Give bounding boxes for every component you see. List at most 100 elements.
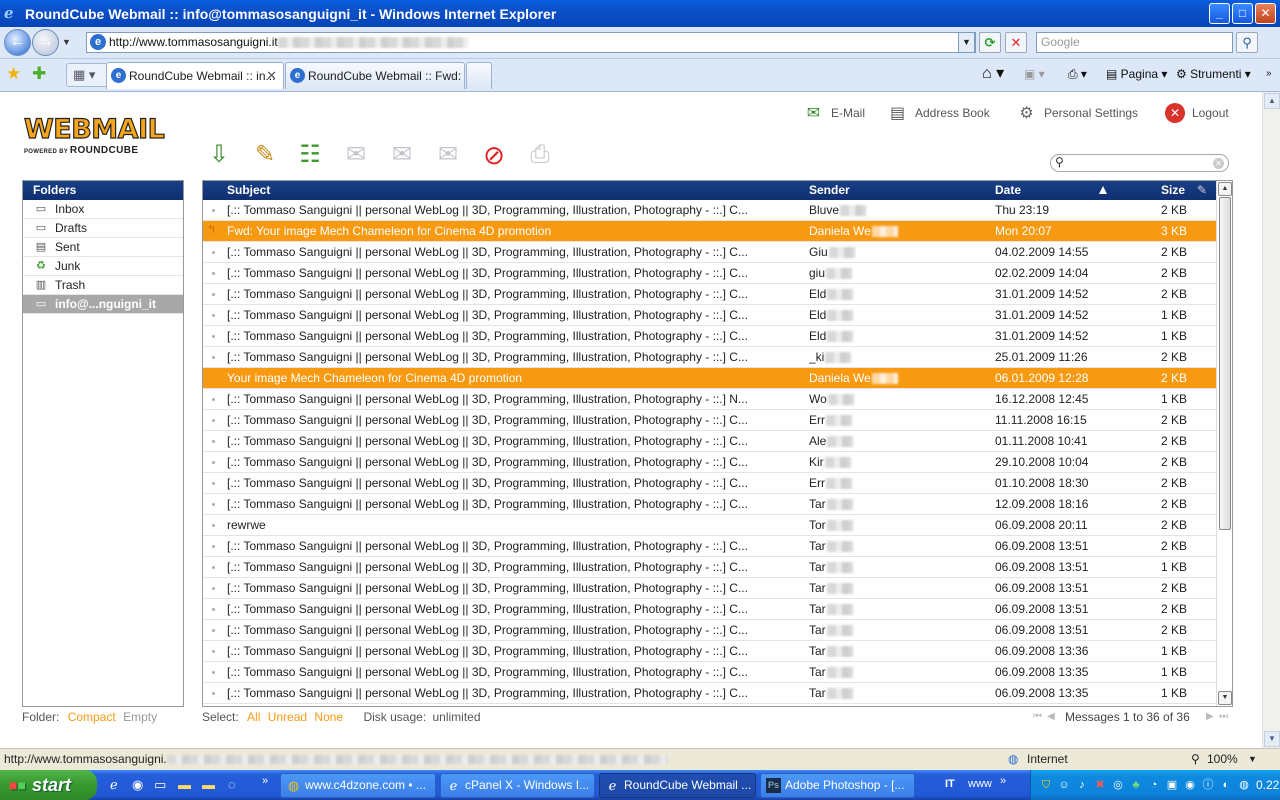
feeds-icon[interactable]: ▣ ▾ — [1024, 64, 1045, 84]
shield-icon[interactable]: ⛉ — [1039, 778, 1053, 792]
zoom-icon[interactable]: ⚲ — [1191, 749, 1200, 770]
add-favorite-icon[interactable]: ✚ — [32, 65, 46, 83]
select-unread-link[interactable]: Unread — [268, 710, 307, 724]
reply-icon[interactable]: ✉ — [341, 140, 371, 170]
task-cpanel[interactable]: ℯ cPanel X - Windows I... — [440, 773, 595, 798]
scroll-down-icon[interactable]: ▼ — [1218, 691, 1232, 705]
url-dropdown-icon[interactable]: ▼ — [958, 32, 975, 53]
web-search-input[interactable]: Google — [1036, 32, 1233, 53]
task-photoshop[interactable]: Ps Adobe Photoshop - [... — [760, 773, 915, 798]
empty-link[interactable]: Empty — [123, 710, 157, 724]
toolbar-expand-icon[interactable]: » — [1000, 775, 1006, 787]
folder-trash[interactable]: ▥ Trash — [23, 276, 183, 295]
print-icon[interactable]: ⎙ ▾ — [1068, 64, 1087, 84]
sync-icon[interactable]: ◐ — [1219, 778, 1233, 792]
column-subject[interactable]: Subject — [227, 181, 270, 200]
message-row[interactable]: ↰ Fwd: Your image Mech Chameleon for Cine… — [203, 221, 1217, 242]
column-size[interactable]: Size — [1161, 181, 1185, 200]
column-date[interactable]: Date — [995, 181, 1021, 200]
message-row[interactable]: [.:: Tommaso Sanguigni || personal WebLo… — [203, 347, 1217, 368]
message-row[interactable]: [.:: Tommaso Sanguigni || personal WebLo… — [203, 200, 1217, 221]
forward-icon[interactable]: ✉ — [433, 140, 463, 170]
first-page-icon[interactable]: ⏮ — [1033, 710, 1042, 724]
folder-info-account[interactable]: ▭ info@...nguigni_it — [23, 295, 183, 314]
nav-logout[interactable]: ✕ Logout — [1165, 102, 1229, 124]
language-indicator[interactable]: IT — [945, 778, 955, 790]
chevron-right-icon[interactable]: » — [1266, 64, 1272, 84]
folder-sent[interactable]: ▤ Sent — [23, 238, 183, 257]
quicklaunch-browser-icon[interactable]: ◌ — [228, 777, 236, 792]
quick-tabs-button[interactable]: ▦ ▾ — [66, 63, 108, 87]
message-row[interactable]: [.:: Tommaso Sanguigni || personal WebLo… — [203, 620, 1217, 641]
select-none-link[interactable]: None — [314, 710, 343, 724]
page-scrollbar[interactable]: ▲ ▼ — [1262, 92, 1280, 748]
url-input[interactable]: e http://www.tommasosanguigni.it — [86, 32, 976, 53]
message-row[interactable]: [.:: Tommaso Sanguigni || personal WebLo… — [203, 641, 1217, 662]
delete-icon[interactable]: ⊘ — [479, 140, 509, 170]
scroll-up-icon[interactable]: ▲ — [1218, 182, 1232, 196]
task-roundcube[interactable]: ℯ RoundCube Webmail ... — [599, 773, 756, 798]
bluetooth-icon[interactable]: ◉ — [1183, 778, 1197, 792]
zoom-level[interactable]: 100% — [1207, 749, 1238, 770]
page-scroll-up-icon[interactable]: ▲ — [1264, 93, 1280, 109]
folder-junk[interactable]: ♻ Junk — [23, 257, 183, 276]
message-row[interactable]: [.:: Tommaso Sanguigni || personal WebLo… — [203, 662, 1217, 683]
nav-address-book[interactable]: ▤ Address Book — [887, 102, 990, 124]
folder-drafts[interactable]: ▭ Drafts — [23, 219, 183, 238]
update-icon[interactable]: ♣ — [1129, 778, 1143, 792]
quicklaunch-ie-icon[interactable]: ℯ — [110, 777, 118, 793]
message-row[interactable]: [.:: Tommaso Sanguigni || personal WebLo… — [203, 452, 1217, 473]
page-menu[interactable]: ▤ Pagina ▾ — [1106, 64, 1167, 84]
last-page-icon[interactable]: ⏭ — [1219, 710, 1228, 724]
quicklaunch-more-icon[interactable]: » — [262, 775, 268, 787]
home-icon[interactable]: ⌂ ▾ — [982, 64, 1004, 84]
task-c4dzone[interactable]: ◍ www.c4dzone.com • ... — [280, 773, 436, 798]
tab-roundcube-fwd[interactable]: e RoundCube Webmail :: Fwd: ... — [285, 62, 465, 89]
message-row[interactable]: [.:: Tommaso Sanguigni || personal WebLo… — [203, 242, 1217, 263]
compose-icon[interactable]: ✎ — [250, 140, 280, 170]
favorites-star-icon[interactable]: ★ — [6, 65, 21, 83]
print-message-icon[interactable]: ⎙ — [525, 140, 555, 170]
close-tab-icon[interactable]: ✕ — [266, 63, 277, 89]
message-list-scrollbar[interactable]: ▲ ▼ — [1216, 181, 1232, 706]
message-row[interactable]: Your image Mech Chameleon for Cinema 4D … — [203, 368, 1217, 389]
reply-all-icon[interactable]: ✉ — [387, 140, 417, 170]
previous-page-icon[interactable]: ◀ — [1047, 710, 1055, 724]
message-row[interactable]: [.:: Tommaso Sanguigni || personal WebLo… — [203, 410, 1217, 431]
message-row[interactable]: [.:: Tommaso Sanguigni || personal WebLo… — [203, 473, 1217, 494]
close-window-button[interactable]: ✕ — [1255, 3, 1276, 24]
message-row[interactable]: [.:: Tommaso Sanguigni || personal WebLo… — [203, 305, 1217, 326]
quicklaunch-desktop-icon[interactable]: ▭ — [154, 777, 166, 793]
disc-icon[interactable]: ◎ — [1111, 778, 1125, 792]
forward-button[interactable]: → — [32, 29, 59, 56]
message-row[interactable]: [.:: Tommaso Sanguigni || personal WebLo… — [203, 389, 1217, 410]
clock[interactable]: 0.22 — [1256, 778, 1279, 792]
folder-inbox[interactable]: ▭ Inbox — [23, 200, 183, 219]
nav-email[interactable]: ✉ E-Mail — [803, 102, 865, 124]
volume-icon[interactable]: ♪ — [1075, 778, 1089, 792]
history-dropdown-icon[interactable]: ▼ — [62, 37, 71, 47]
message-row[interactable]: [.:: Tommaso Sanguigni || personal WebLo… — [203, 284, 1217, 305]
scroll-thumb[interactable] — [1219, 197, 1231, 530]
message-row[interactable]: [.:: Tommaso Sanguigni || personal WebLo… — [203, 263, 1217, 284]
page-scroll-down-icon[interactable]: ▼ — [1264, 731, 1280, 747]
tab-roundcube-inbox[interactable]: e RoundCube Webmail :: in... ✕ — [106, 62, 284, 89]
quicklaunch-explorer-icon[interactable]: ▬ — [202, 777, 215, 792]
minimize-button[interactable]: _ — [1209, 3, 1230, 24]
compact-link[interactable]: Compact — [68, 710, 116, 724]
message-row[interactable]: [.:: Tommaso Sanguigni || personal WebLo… — [203, 599, 1217, 620]
maximize-button[interactable]: □ — [1232, 3, 1253, 24]
quicklaunch-media-icon[interactable]: ◉ — [132, 777, 143, 793]
toolbar-www[interactable]: www — [968, 778, 992, 790]
message-row[interactable]: [.:: Tommaso Sanguigni || personal WebLo… — [203, 536, 1217, 557]
message-row[interactable]: [.:: Tommaso Sanguigni || personal WebLo… — [203, 683, 1217, 704]
refresh-button[interactable]: ⟳ — [979, 32, 1001, 53]
nav-personal-settings[interactable]: ⚙ Personal Settings — [1016, 102, 1138, 124]
stop-button[interactable]: ✕ — [1005, 32, 1027, 53]
clear-search-icon[interactable]: ✕ — [1213, 158, 1224, 169]
zoom-dropdown-icon[interactable]: ▼ — [1248, 749, 1257, 770]
start-button[interactable]: ■■ start — [0, 770, 97, 800]
globe-icon[interactable]: ◍ — [1237, 778, 1251, 792]
message-search-input[interactable]: ⚲ ✕ — [1050, 154, 1229, 172]
column-sender[interactable]: Sender — [809, 181, 850, 200]
